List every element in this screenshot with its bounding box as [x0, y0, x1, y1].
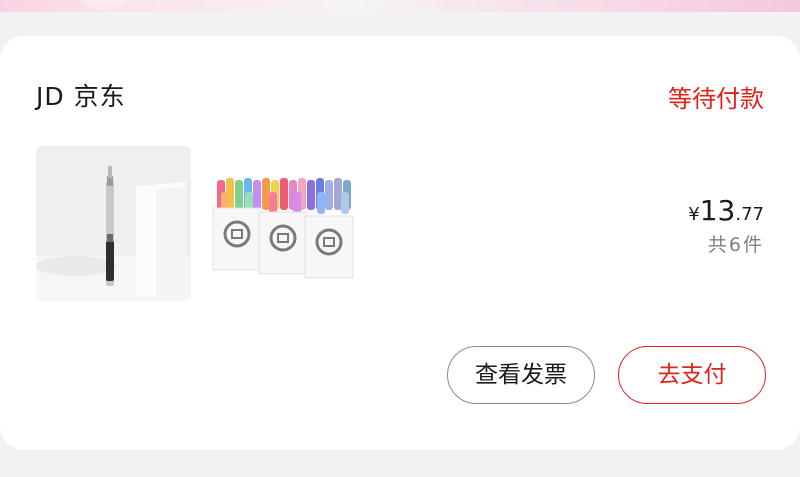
- order-status: 等待付款: [668, 85, 764, 113]
- utility-knife-icon: [36, 146, 191, 301]
- top-banner: [0, 0, 800, 12]
- marker-pen-set-icon: [205, 146, 360, 301]
- order-price: ¥13.77: [688, 194, 764, 227]
- price-currency: ¥: [688, 204, 700, 225]
- price-decimal: .77: [735, 204, 764, 225]
- banner-decoration: [80, 0, 130, 10]
- store-name[interactable]: JD 京东: [36, 80, 126, 114]
- product-thumbnail-markers[interactable]: [205, 146, 360, 301]
- pay-button[interactable]: 去支付: [618, 346, 766, 404]
- product-thumbnail-knife[interactable]: [36, 146, 191, 301]
- price-integer: 13: [699, 194, 736, 227]
- item-count: 共6件: [707, 234, 764, 256]
- view-invoice-button[interactable]: 查看发票: [447, 346, 595, 404]
